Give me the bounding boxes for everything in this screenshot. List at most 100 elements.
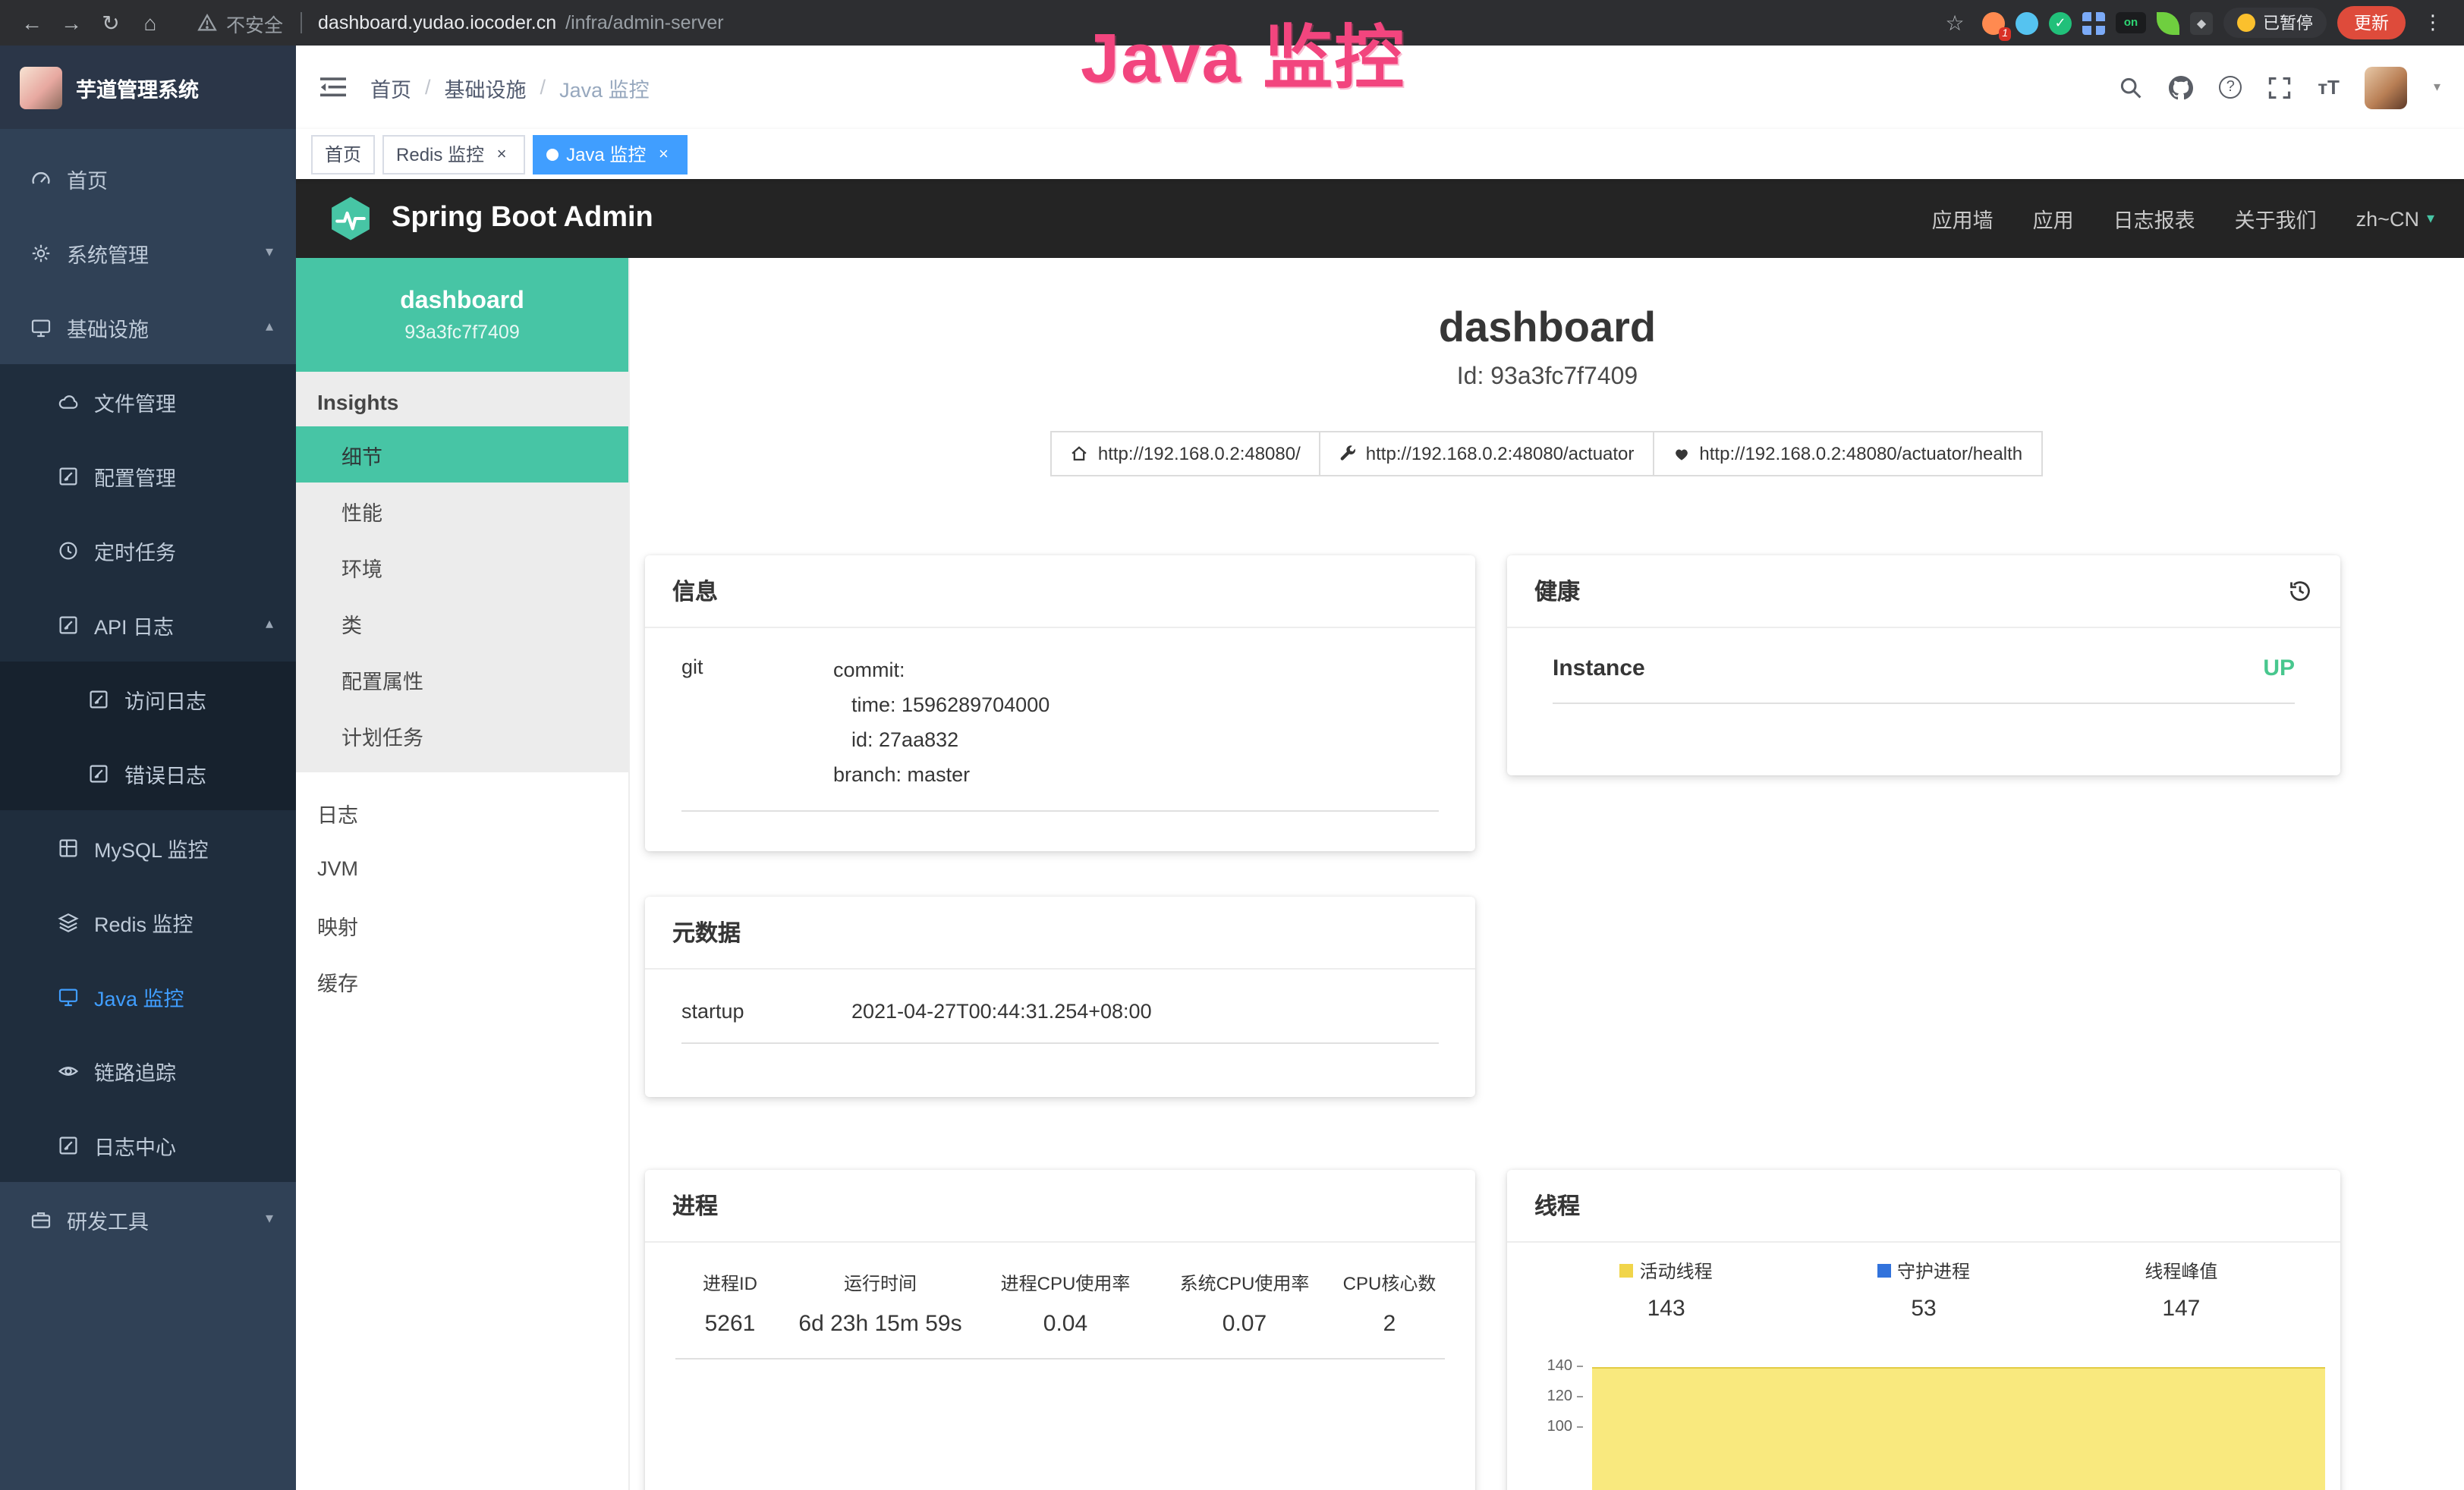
breadcrumb-infra[interactable]: 基础设施 xyxy=(445,72,527,102)
sidebar-item-label: 错误日志 xyxy=(124,758,206,788)
extension-badge: 1 xyxy=(1999,27,2011,40)
sidebar-item-config[interactable]: 配置管理 xyxy=(0,439,296,513)
sba-nav-applications[interactable]: 应用 xyxy=(2033,203,2074,234)
fullscreen-icon[interactable] xyxy=(2267,75,2292,99)
info-card: 信息 git commit: time: 1596289704000 xyxy=(645,555,1475,851)
link-health-url[interactable]: http://192.168.0.2:48080/actuator/health xyxy=(1652,431,2042,476)
sba-item-env[interactable]: 环境 xyxy=(296,539,628,595)
extension-icon-4[interactable] xyxy=(2082,11,2105,34)
dashboard-icon xyxy=(30,168,52,189)
log-icon xyxy=(88,688,109,709)
extension-icon-2[interactable] xyxy=(2016,11,2038,34)
sidebar-item-home[interactable]: 首页 xyxy=(0,141,296,215)
history-icon[interactable] xyxy=(2287,578,2313,604)
sidebar-logo[interactable]: 芋道管理系统 xyxy=(0,46,296,129)
sidebar-item-log-center[interactable]: 日志中心 xyxy=(0,1108,296,1182)
address-bar[interactable]: 不安全 dashboard.yudao.iocoder.cn/infra/adm… xyxy=(197,8,724,37)
sba-item-mappings[interactable]: 映射 xyxy=(296,897,628,953)
metadata-value: 2021-04-27T00:44:31.254+08:00 xyxy=(851,1000,1439,1023)
sba-root-group: 日志 JVM 映射 缓存 xyxy=(296,784,628,1009)
table-header-row: 进程ID 运行时间 进程CPU使用率 系统CPU使用率 CPU核心数 xyxy=(675,1255,1445,1305)
paused-badge[interactable]: 已暂停 xyxy=(2223,8,2327,38)
sba-item-logfile[interactable]: 日志 xyxy=(296,784,628,841)
tab-redis[interactable]: Redis 监控 × xyxy=(382,134,525,174)
search-icon[interactable] xyxy=(2119,75,2143,99)
close-icon[interactable]: × xyxy=(492,145,511,163)
extension-icon-leaf[interactable] xyxy=(2157,11,2179,34)
sba-item-classes[interactable]: 类 xyxy=(296,595,628,651)
chart-y-axis: 140 120 100 xyxy=(1528,1337,1583,1490)
tab-java[interactable]: Java 监控 × xyxy=(533,134,687,174)
extension-icon-3[interactable]: ✓ xyxy=(2049,11,2072,34)
menu-fold-icon[interactable] xyxy=(320,76,346,99)
cloud-icon xyxy=(58,391,79,412)
gear-icon xyxy=(30,242,52,263)
browser-actions: ☆ 1 ✓ on ◆ 已暂停 更新 ⋮ xyxy=(1938,6,2450,39)
sba-instance-name: dashboard xyxy=(400,288,524,315)
sba-nav-journal[interactable]: 日志报表 xyxy=(2113,203,2195,234)
sidebar-item-label: 定时任务 xyxy=(94,535,176,565)
back-icon[interactable]: ← xyxy=(15,11,49,35)
sba-locale-select[interactable]: zh~CN ▾ xyxy=(2356,207,2434,230)
layers-icon xyxy=(58,911,79,932)
sidebar-item-infra[interactable]: 基础设施 ▴ xyxy=(0,290,296,364)
sba-nav-wallboard[interactable]: 应用墙 xyxy=(1932,203,1994,234)
browser-menu-icon[interactable]: ⋮ xyxy=(2416,11,2450,35)
sidebar-item-file[interactable]: 文件管理 xyxy=(0,364,296,439)
browser-home-icon[interactable]: ⌂ xyxy=(134,11,167,35)
log-icon xyxy=(88,762,109,784)
info-row-git: git commit: time: 1596289704000 id: 27aa… xyxy=(681,652,1439,812)
sba-item-scheduled[interactable]: 计划任务 xyxy=(296,707,628,763)
home-icon xyxy=(1071,445,1089,463)
sba-item-jvm[interactable]: JVM xyxy=(296,841,628,897)
process-table: 进程ID 运行时间 进程CPU使用率 系统CPU使用率 CPU核心数 5261 xyxy=(645,1243,1475,1360)
link-actuator-url[interactable]: http://192.168.0.2:48080/actuator xyxy=(1319,431,1654,476)
link-service-url[interactable]: http://192.168.0.2:48080/ xyxy=(1051,431,1320,476)
sidebar-item-system[interactable]: 系统管理 ▾ xyxy=(0,215,296,290)
sidebar-item-java[interactable]: Java 监控 xyxy=(0,959,296,1033)
sba-brand[interactable]: Spring Boot Admin xyxy=(326,194,653,243)
sidebar-item-mysql[interactable]: MySQL 监控 xyxy=(0,810,296,885)
sba-content: dashboard Id: 93a3fc7f7409 http://192.16… xyxy=(630,258,2464,1490)
sidebar-item-devtools[interactable]: 研发工具 ▾ xyxy=(0,1182,296,1256)
sidebar-item-error-log[interactable]: 错误日志 xyxy=(0,736,296,810)
sidebar-item-redis[interactable]: Redis 监控 xyxy=(0,885,296,959)
active-dot xyxy=(546,148,559,160)
avatar[interactable] xyxy=(2365,66,2408,108)
sidebar-submenu-api-log: 访问日志 错误日志 xyxy=(0,662,296,810)
extension-icon-7[interactable]: ◆ xyxy=(2190,11,2213,34)
extension-icon-on[interactable]: on xyxy=(2116,12,2146,33)
font-size-icon[interactable]: тT xyxy=(2318,76,2340,99)
sba-item-caches[interactable]: 缓存 xyxy=(296,953,628,1009)
security-warning-icon xyxy=(197,14,217,32)
sba-item-details[interactable]: 细节 xyxy=(296,426,628,483)
forward-icon[interactable]: → xyxy=(55,11,88,35)
help-icon[interactable]: ? xyxy=(2219,76,2242,99)
wrench-icon xyxy=(1339,445,1357,463)
github-icon[interactable] xyxy=(2169,75,2193,99)
sidebar-item-access-log[interactable]: 访问日志 xyxy=(0,662,296,736)
sidebar-submenu-infra: 文件管理 配置管理 定时任务 API 日志 ▴ xyxy=(0,364,296,1182)
breadcrumb-home[interactable]: 首页 xyxy=(370,72,411,102)
sidebar-item-api-log[interactable]: API 日志 ▴ xyxy=(0,587,296,662)
sba-instance-block[interactable]: dashboard 93a3fc7f7409 xyxy=(296,258,628,372)
update-button[interactable]: 更新 xyxy=(2337,6,2406,39)
sba-nav-about[interactable]: 关于我们 xyxy=(2235,203,2317,234)
tab-label: 首页 xyxy=(325,141,361,167)
sba-item-metrics[interactable]: 性能 xyxy=(296,483,628,539)
sidebar-item-label: 配置管理 xyxy=(94,461,176,491)
sidebar-item-job[interactable]: 定时任务 xyxy=(0,513,296,587)
page-title: dashboard xyxy=(630,303,2464,352)
extension-icon-1[interactable]: 1 xyxy=(1982,11,2005,34)
close-icon[interactable]: × xyxy=(653,145,673,163)
avatar-caret-icon[interactable]: ▾ xyxy=(2434,79,2440,96)
bookmark-star-icon[interactable]: ☆ xyxy=(1938,10,1972,36)
sidebar-item-trace[interactable]: 链路追踪 xyxy=(0,1033,296,1108)
tab-home[interactable]: 首页 xyxy=(311,134,375,174)
link-label: http://192.168.0.2:48080/actuator xyxy=(1366,443,1635,464)
sidebar-item-label: 系统管理 xyxy=(67,237,149,268)
sba-item-configprops[interactable]: 配置属性 xyxy=(296,651,628,707)
health-card: 健康 Instance UP xyxy=(1507,555,2340,775)
reload-icon[interactable]: ↻ xyxy=(94,10,127,36)
sba-brand-title: Spring Boot Admin xyxy=(392,202,653,235)
